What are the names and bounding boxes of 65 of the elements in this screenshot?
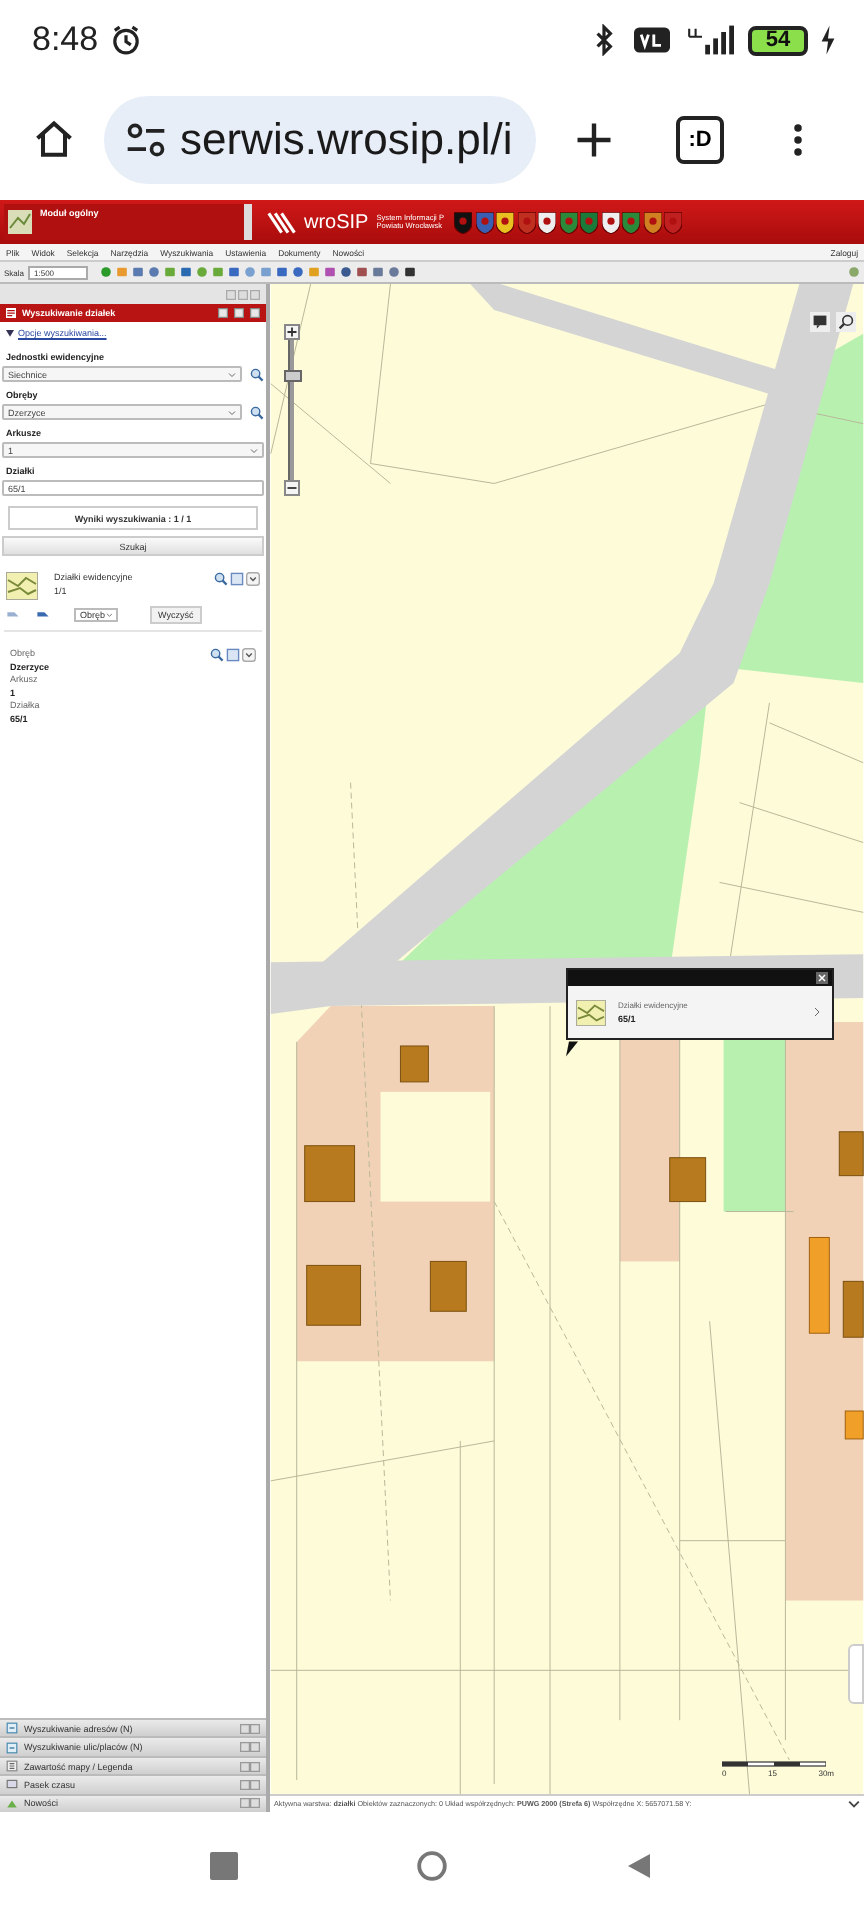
table-icon[interactable] (230, 572, 244, 586)
coat-of-arms-icon (475, 211, 493, 233)
layer-icon[interactable] (36, 608, 50, 622)
caret-icon (105, 612, 112, 618)
window-control-icon (240, 1761, 260, 1772)
coat-of-arms-icon (496, 211, 514, 233)
coat-of-arms-icon (643, 211, 661, 233)
search-panel-icon (6, 1722, 18, 1735)
window-control-icon (240, 1723, 260, 1734)
map-handle[interactable] (848, 1644, 864, 1704)
back-icon[interactable] (624, 1850, 656, 1882)
site-settings-icon[interactable] (124, 118, 168, 162)
table-icon[interactable] (226, 648, 240, 662)
coat-of-arms-icon (559, 211, 577, 233)
caret-icon (250, 447, 258, 453)
clock-time: 8:48 (32, 20, 99, 60)
search-icon[interactable] (250, 367, 264, 381)
window-control-icon (240, 1779, 260, 1790)
alarm-icon (110, 24, 143, 56)
parcel-map-icon (6, 572, 38, 600)
minus-icon (285, 482, 297, 494)
time-panel-icon (6, 1778, 18, 1791)
coat-of-arms-icon (601, 211, 619, 233)
zoom-to-icon[interactable] (214, 572, 228, 586)
comment-icon[interactable] (810, 312, 830, 332)
coat-of-arms-icon (622, 211, 640, 233)
news-panel-icon (6, 1797, 18, 1810)
zoom-slider[interactable] (282, 324, 300, 496)
window-control-icon (240, 1742, 260, 1753)
coat-of-arms-icon (664, 211, 682, 233)
address-bar[interactable]: serwis.wrosip.pl/i (104, 96, 536, 184)
coat-of-arms-icon (580, 211, 598, 233)
search-panel-icon (6, 1741, 18, 1754)
chevron-down-icon[interactable] (242, 648, 256, 662)
legend-panel-icon (6, 1760, 18, 1773)
volte-icon (632, 22, 672, 58)
signal-icon (684, 24, 736, 56)
caret-icon (228, 409, 236, 415)
charging-icon (820, 24, 836, 56)
caret-icon (228, 371, 236, 377)
coat-of-arms-icon (517, 211, 535, 233)
home-icon[interactable] (32, 118, 76, 162)
close-icon[interactable] (816, 972, 828, 984)
coat-of-arms-icon (454, 211, 472, 233)
chevron-right-icon[interactable] (814, 1006, 820, 1018)
tabs-button[interactable]: :D (676, 116, 724, 164)
recents-icon[interactable] (208, 1850, 240, 1882)
zoom-to-icon[interactable] (210, 648, 224, 662)
chevron-down-icon[interactable] (246, 572, 260, 586)
chevron-down-icon[interactable] (848, 1800, 860, 1808)
menu-icon[interactable] (792, 120, 804, 160)
coat-of-arms-icon (538, 211, 556, 233)
search-icon[interactable] (836, 312, 856, 332)
map-logo-icon (8, 210, 32, 234)
window-control-icon (240, 1798, 260, 1809)
parcel-map-icon (576, 999, 606, 1025)
stripes-logo-icon (264, 209, 296, 235)
popup-pointer-icon (566, 1040, 578, 1058)
scale-bar (722, 1760, 826, 1768)
logo-text: wroSIP (304, 211, 369, 233)
plus-icon (285, 326, 297, 338)
search-icon[interactable] (250, 405, 264, 419)
battery-level: 54 (765, 28, 791, 52)
new-tab-icon[interactable] (572, 118, 616, 162)
expand-triangle-icon[interactable] (6, 329, 14, 337)
